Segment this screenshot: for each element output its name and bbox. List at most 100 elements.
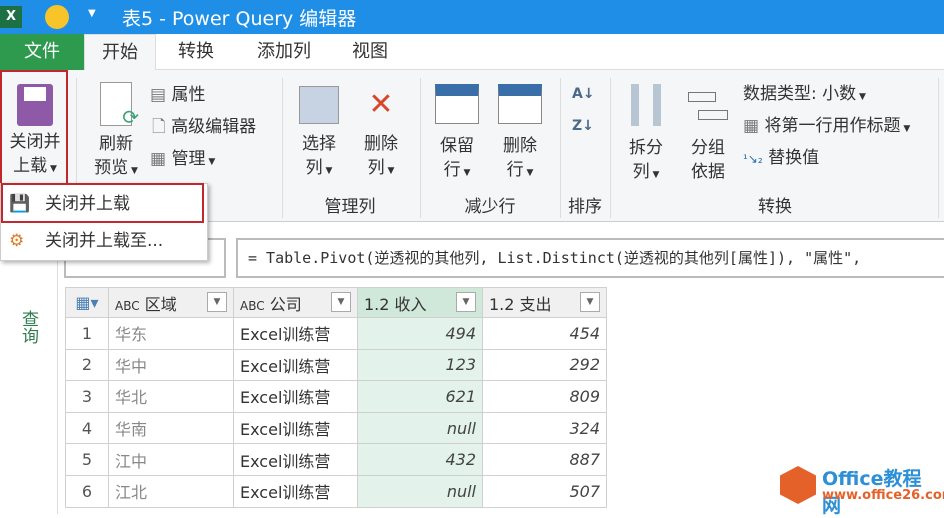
watermark-url: www.office26.com [822, 488, 944, 503]
tab-file[interactable]: 文件 [0, 34, 84, 70]
group-label-manage-columns: 管理列 [324, 197, 376, 217]
formula-bar[interactable]: = Table.Pivot(逆透视的其他列, List.Distinct(逆透视… [236, 238, 944, 278]
column-header-company[interactable]: ABC 公司 ▼ [233, 287, 358, 318]
tab-view[interactable]: 视图 [335, 34, 405, 70]
text-type-icon[interactable]: ABC [115, 299, 140, 313]
office-logo-icon [780, 466, 816, 504]
column-header-expense[interactable]: 1.2 支出 ▼ [482, 287, 607, 318]
refresh-label-2: 预览 [94, 158, 129, 178]
table-cell[interactable]: Excel训练营 [233, 443, 358, 476]
table-cell[interactable]: 华东 [108, 317, 234, 350]
sort-ascending-button[interactable]: A↓ [572, 82, 595, 106]
use-first-row-as-headers-button[interactable]: ▦ 将第一行用作标题 ▼ [743, 114, 910, 141]
load-settings-icon: ⚙ [9, 231, 25, 251]
row-number[interactable]: 1 [65, 317, 109, 350]
table-cell[interactable]: 432 [357, 443, 483, 476]
table-cell[interactable]: 324 [482, 411, 607, 445]
table-row: 4 华南 Excel训练营 null 324 [65, 411, 607, 445]
data-type-dropdown[interactable]: 数据类型: 小数 ▼ [743, 82, 866, 109]
menu-highlight-box [1, 183, 204, 223]
queries-pane[interactable]: 查询 [0, 222, 58, 514]
table-cell[interactable]: 华北 [108, 380, 234, 413]
table-cell[interactable]: 809 [482, 380, 607, 413]
group-by-icon [688, 84, 728, 126]
data-grid: ▦▾ ABC 区域 ▼ ABC 公司 ▼ 1.2 收入 ▼ 1.2 支出 ▼ 1 华东 Ex… [65, 287, 607, 508]
table-cell[interactable]: Excel训练营 [233, 411, 358, 445]
group-label-sort: 排序 [568, 197, 602, 217]
table-menu-icon[interactable]: ▦▾ [65, 287, 109, 318]
remove-columns-icon: ✕ [368, 87, 394, 122]
tab-home[interactable]: 开始 [84, 34, 156, 71]
table-cell[interactable]: 494 [357, 317, 483, 350]
table-row: 2 华中 Excel训练营 123 292 [65, 348, 607, 382]
choose-columns-button[interactable]: 选择 列 ▼ [290, 86, 348, 183]
table-cell[interactable]: Excel训练营 [233, 474, 358, 508]
group-label-transform: 转换 [758, 197, 792, 217]
table-cell[interactable]: 华中 [108, 348, 234, 382]
keep-rows-label: 保留 [440, 136, 474, 156]
table-cell[interactable]: Excel训练营 [233, 380, 358, 413]
queries-pane-label[interactable]: 查询 [16, 310, 41, 344]
manage-button[interactable]: ▦ 管理 ▼ [150, 147, 215, 174]
refresh-icon: ⟳ [100, 82, 139, 129]
table-cell[interactable]: Excel训练营 [233, 317, 358, 350]
group-by-label: 分组 [691, 138, 725, 158]
table-cell[interactable]: 123 [357, 348, 483, 382]
table-cell[interactable]: null [357, 411, 483, 445]
choose-columns-label-2: 列 [305, 158, 323, 178]
row-number[interactable]: 4 [65, 411, 109, 445]
table-cell[interactable]: null [357, 474, 483, 508]
tab-transform[interactable]: 转换 [160, 34, 232, 70]
text-type-icon[interactable]: ABC [240, 299, 265, 313]
group-by-button[interactable]: 分组 依据 [680, 84, 736, 184]
filter-dropdown-icon[interactable]: ▼ [331, 291, 351, 312]
refresh-preview-button[interactable]: ⟳ 刷新 预览 ▼ [86, 82, 146, 183]
properties-button[interactable]: ▤ 属性 [150, 83, 205, 107]
decimal-type-icon[interactable]: 1.2 [364, 295, 389, 314]
group-by-label-2: 依据 [691, 162, 725, 182]
table-icon: ▦ [150, 149, 167, 169]
keep-rows-icon [435, 84, 479, 124]
table-cell[interactable]: 292 [482, 348, 607, 382]
table-cell[interactable]: 887 [482, 443, 607, 476]
keep-rows-button[interactable]: 保留 行 ▼ [428, 84, 486, 185]
split-column-button[interactable]: 拆分 列 ▼ [618, 84, 674, 187]
row-number[interactable]: 6 [65, 474, 109, 508]
filter-dropdown-icon[interactable]: ▼ [456, 291, 476, 312]
table-cell[interactable]: 江北 [108, 474, 234, 508]
table-cell[interactable]: 621 [357, 380, 483, 413]
table-cell[interactable]: 华南 [108, 411, 234, 445]
menu-item-close-and-load-to[interactable]: ⚙ 关闭并上载至... [1, 223, 207, 259]
advanced-editor-label: 高级编辑器 [171, 117, 257, 137]
table-row: 3 华北 Excel训练营 621 809 [65, 380, 607, 413]
table-cell[interactable]: Excel训练营 [233, 348, 358, 382]
manage-label: 管理 [171, 149, 206, 169]
table-cell[interactable]: 507 [482, 474, 607, 508]
properties-icon: ▤ [150, 85, 167, 105]
row-number[interactable]: 5 [65, 443, 109, 476]
table-cell[interactable]: 江中 [108, 443, 234, 476]
remove-rows-button[interactable]: 删除 行 ▼ [490, 84, 550, 185]
sort-descending-button[interactable]: Z↓ [572, 114, 594, 138]
column-header-region[interactable]: ABC 区域 ▼ [108, 287, 234, 318]
column-header-income[interactable]: 1.2 收入 ▼ [357, 287, 483, 318]
row-number[interactable]: 2 [65, 348, 109, 382]
remove-columns-label-2: 列 [367, 158, 385, 178]
replace-values-label: 替换值 [768, 148, 820, 168]
table-cell[interactable]: 454 [482, 317, 607, 350]
quick-access-dropdown-icon[interactable]: ▼ [88, 8, 96, 19]
watermark-logo: Office教程网 www.office26.com [780, 462, 944, 517]
filter-dropdown-icon[interactable]: ▼ [580, 291, 600, 312]
advanced-editor-button[interactable]: 🗋 高级编辑器 [152, 115, 256, 139]
highlight-box [0, 70, 68, 187]
remove-columns-button[interactable]: ✕ 删除 列 ▼ [352, 86, 410, 183]
decimal-type-icon[interactable]: 1.2 [489, 295, 514, 314]
remove-rows-label: 删除 [503, 136, 537, 156]
smiley-icon[interactable] [45, 5, 69, 29]
filter-dropdown-icon[interactable]: ▼ [207, 291, 227, 312]
replace-values-button[interactable]: ¹↘₂ 替换值 [743, 146, 819, 171]
group-label-reduce-rows: 减少行 [464, 197, 516, 217]
column-name: 收入 [394, 294, 427, 314]
row-number[interactable]: 3 [65, 380, 109, 413]
tab-add-column[interactable]: 添加列 [240, 34, 328, 70]
